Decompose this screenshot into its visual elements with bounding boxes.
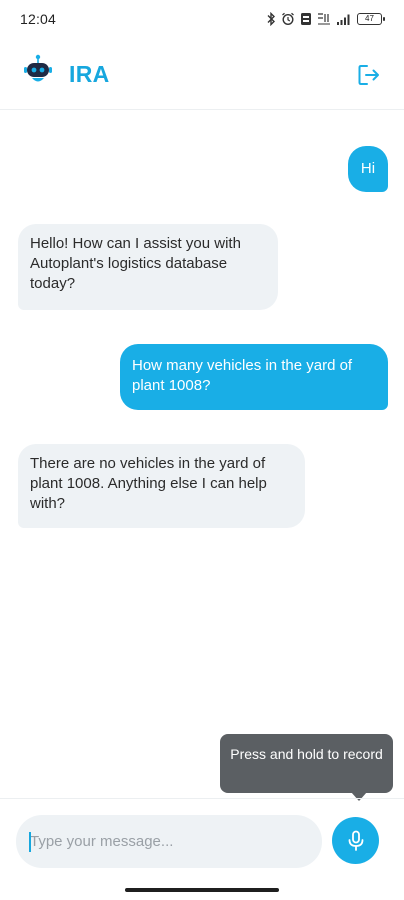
hd-4g-icon <box>318 13 330 25</box>
signal-icon <box>337 14 350 25</box>
text-cursor <box>29 832 31 852</box>
battery-icon: 47 <box>357 13 385 25</box>
status-bar: 12:04 47 <box>0 0 404 38</box>
app-header: IRA <box>0 40 404 110</box>
robot-icon <box>24 54 52 82</box>
mic-button[interactable] <box>332 817 379 864</box>
app-title: IRA <box>69 61 110 87</box>
bot-message: Hello! How can I assist you with Autopla… <box>18 224 278 310</box>
alarm-icon <box>282 12 294 26</box>
logout-icon[interactable] <box>356 62 382 88</box>
status-icons: 47 <box>266 12 385 26</box>
bot-message: There are no vehicles in the yard of pla… <box>18 444 305 528</box>
chat-screen: 12:04 47 IRA Hi Hello! How can I assist … <box>0 0 404 900</box>
user-message: How many vehicles in the yard of plant 1… <box>120 344 388 410</box>
home-indicator[interactable] <box>125 888 279 892</box>
data-saver-icon <box>301 13 311 25</box>
microphone-icon <box>348 830 363 851</box>
message-input[interactable] <box>16 815 322 868</box>
user-message: Hi <box>348 146 388 192</box>
composer-bar <box>0 798 404 868</box>
record-tooltip: Press and hold to record <box>220 734 393 793</box>
bluetooth-icon <box>267 12 275 26</box>
status-time: 12:04 <box>20 11 57 27</box>
